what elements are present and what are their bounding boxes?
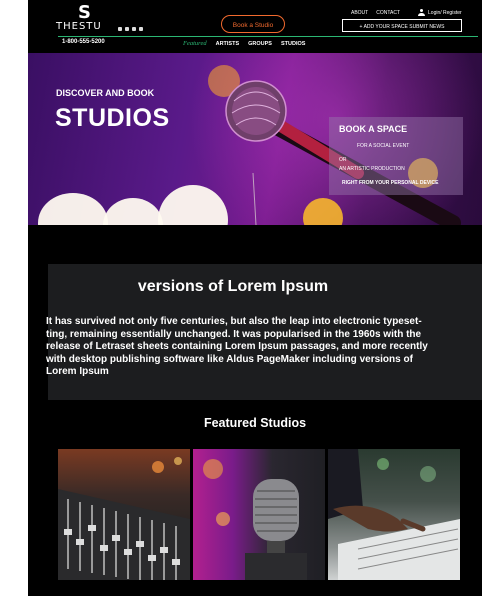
studio-tile-mixing-console[interactable]	[58, 449, 190, 580]
info-body: It has survived not only five centuries,…	[46, 316, 428, 378]
studio-tile-microphone[interactable]	[193, 449, 325, 580]
studio-tile-hands-mixer[interactable]	[328, 449, 460, 580]
hands-on-mixer-image	[328, 449, 460, 580]
youtube-icon[interactable]	[139, 27, 143, 31]
main-nav: Featured ARTISTS GROUPS STUDIOS	[183, 40, 305, 47]
header-divider	[58, 36, 478, 37]
page: S THESTU 1-800-555-5200 Book a Studio AB…	[28, 0, 482, 596]
nav-artists[interactable]: ARTISTS	[216, 41, 240, 47]
phone-number: 1-800-555-5200	[62, 39, 105, 45]
nav-groups[interactable]: GROUPS	[248, 41, 272, 47]
contact-link[interactable]: CONTACT	[376, 10, 400, 16]
mixing-console-image	[58, 457, 190, 580]
add-space-button[interactable]: + ADD YOUR SPACE SUBMIT NEWS	[342, 19, 462, 32]
twitter-icon[interactable]	[132, 27, 136, 31]
book-studio-button[interactable]: Book a Studio	[221, 15, 285, 33]
card-line: FOR A SOCIAL EVENT	[357, 143, 410, 149]
about-link[interactable]: ABOUT	[351, 10, 368, 16]
nav-featured[interactable]: Featured	[183, 40, 207, 47]
hero-title: STUDIOS	[55, 104, 170, 132]
user-icon	[418, 9, 426, 16]
info-section: versions of Lorem Ipsum It has survived …	[46, 264, 482, 400]
book-space-card[interactable]: BOOK A SPACE FOR A SOCIAL EVENT OR AN AR…	[329, 117, 463, 195]
card-title: BOOK A SPACE	[339, 124, 408, 134]
logo-letter: S	[78, 2, 91, 23]
hero-subtitle: DISCOVER AND BOOK	[56, 88, 155, 98]
logo-text: THESTU	[56, 21, 102, 32]
card-line: AN ARTISTIC PRODUCTION	[339, 166, 405, 172]
site-header: S THESTU 1-800-555-5200 Book a Studio AB…	[28, 0, 482, 52]
instagram-icon[interactable]	[125, 27, 129, 31]
studio-microphone-image	[203, 459, 307, 580]
login-link[interactable]: Login/ Register	[418, 9, 462, 16]
nav-studios[interactable]: STUDIOS	[281, 41, 305, 47]
login-label: Login/ Register	[428, 9, 462, 16]
featured-title: Featured Studios	[203, 416, 307, 430]
card-line: OR	[339, 157, 347, 163]
top-links: ABOUT CONTACT Login/ Register	[351, 9, 462, 16]
featured-studios-grid	[58, 449, 460, 580]
social-icons	[118, 27, 143, 31]
info-title: versions of Lorem Ipsum	[137, 278, 329, 295]
facebook-icon[interactable]	[118, 27, 122, 31]
hero-banner: DISCOVER AND BOOK STUDIOS BOOK A SPACE F…	[28, 53, 482, 225]
site-logo[interactable]: S THESTU	[56, 2, 116, 34]
card-line: RIGHT FROM YOUR PERSONAL DEVICE	[342, 180, 439, 186]
